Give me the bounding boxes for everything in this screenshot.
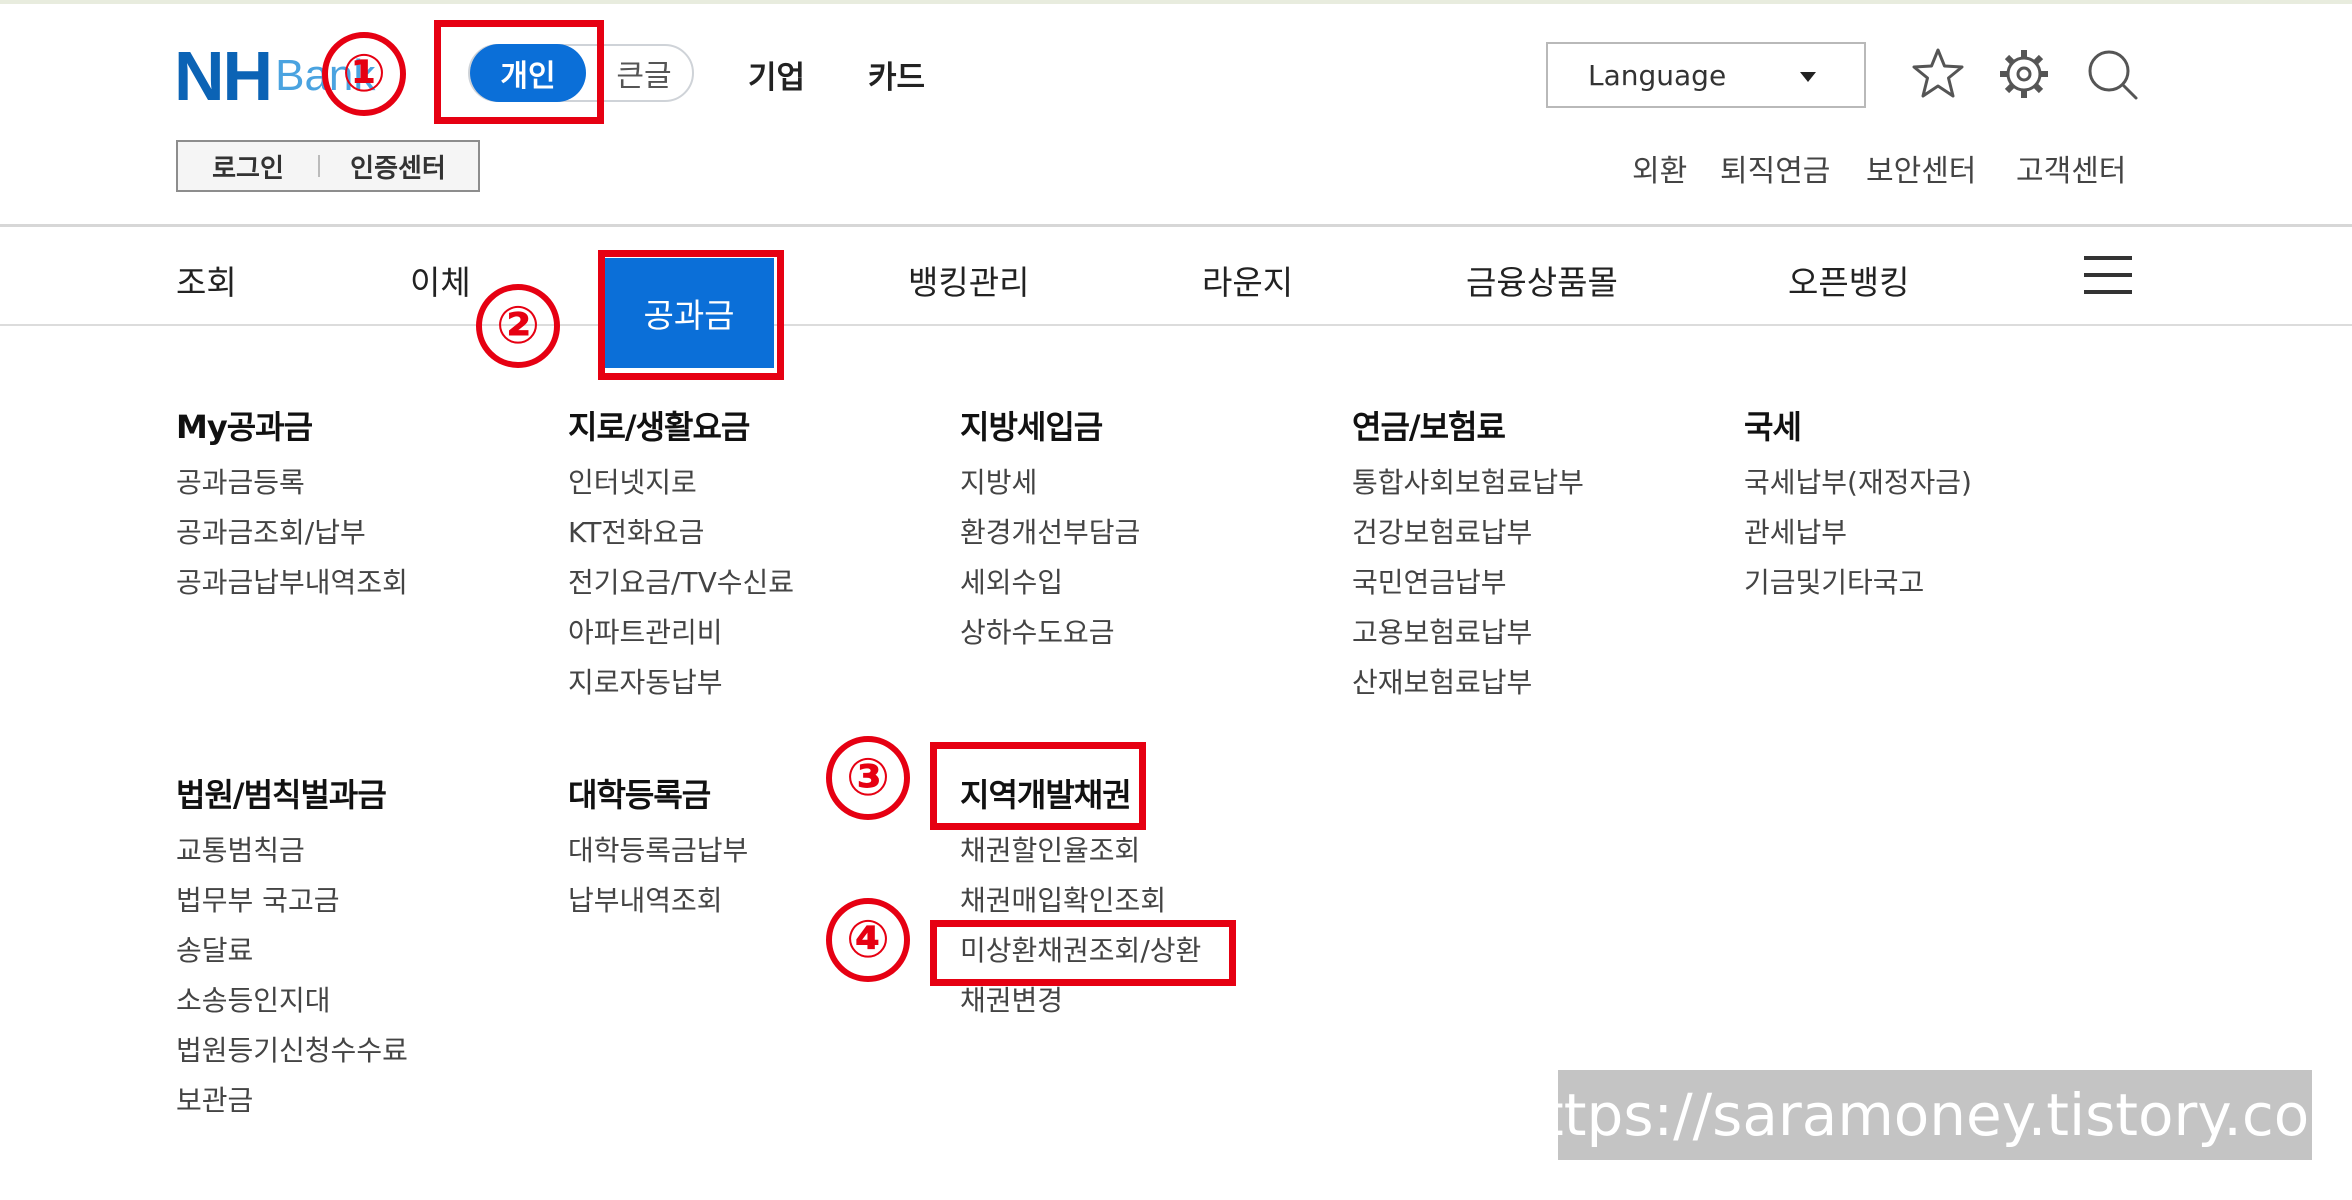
menu-item[interactable]: 건강보험료납부 bbox=[1352, 512, 1584, 562]
menu-item[interactable]: 채권변경 bbox=[960, 980, 1201, 1030]
segment-large-text-button[interactable]: 큰글 bbox=[596, 44, 692, 102]
menu-item[interactable]: 송달료 bbox=[176, 930, 408, 980]
menu-item[interactable]: KT전화요금 bbox=[568, 512, 794, 562]
nav-card[interactable]: 카드 bbox=[868, 52, 925, 97]
menu-item[interactable]: 교통범칙금 bbox=[176, 830, 408, 880]
menu-item[interactable]: 채권할인율조회 bbox=[960, 830, 1201, 880]
annotation-box-public bbox=[598, 250, 784, 380]
menu-item[interactable]: 법무부 국고금 bbox=[176, 880, 408, 930]
link-pension[interactable]: 퇴직연금 bbox=[1720, 146, 1830, 190]
nav-business[interactable]: 기업 bbox=[748, 52, 805, 97]
menu-item[interactable]: 국세납부(재정자금) bbox=[1744, 462, 1972, 512]
annotation-box-personal bbox=[434, 20, 604, 124]
menu-item[interactable]: 환경개선부담금 bbox=[960, 512, 1140, 562]
gnb-banking-management[interactable]: 뱅킹관리 bbox=[908, 256, 1029, 304]
hamburger-menu-icon[interactable] bbox=[2084, 256, 2132, 296]
menu-heading[interactable]: 대학등록금 bbox=[568, 770, 748, 816]
language-select[interactable]: Language bbox=[1546, 42, 1866, 108]
menu-heading[interactable]: 법원/범칙벌과금 bbox=[176, 770, 408, 816]
top-border bbox=[0, 0, 2352, 4]
menu-item[interactable]: 공과금납부내역조회 bbox=[176, 562, 408, 612]
gnb-open-banking[interactable]: 오픈뱅킹 bbox=[1788, 256, 1909, 304]
link-fx[interactable]: 외환 bbox=[1632, 146, 1687, 190]
annotation-box-unredeemed-bonds bbox=[930, 920, 1236, 986]
menu-heading[interactable]: 지로/생활요금 bbox=[568, 402, 794, 448]
menu-item[interactable]: 관세납부 bbox=[1744, 512, 1972, 562]
cert-center-button[interactable]: 인증센터 bbox=[320, 148, 476, 185]
link-customer-center[interactable]: 고객센터 bbox=[2016, 146, 2126, 190]
menu-item[interactable]: 아파트관리비 bbox=[568, 612, 794, 662]
gnb-transfer[interactable]: 이체 bbox=[410, 256, 471, 304]
menu-item[interactable]: 공과금등록 bbox=[176, 462, 408, 512]
annotation-number-4: ④ bbox=[826, 898, 910, 982]
gnb-lounge[interactable]: 라운지 bbox=[1202, 256, 1293, 304]
menu-item[interactable]: 인터넷지로 bbox=[568, 462, 794, 512]
gnb-product-mall[interactable]: 금융상품몰 bbox=[1466, 256, 1618, 304]
menu-item[interactable]: 지로자동납부 bbox=[568, 662, 794, 712]
gnb-top-divider bbox=[0, 224, 2352, 227]
menu-item[interactable]: 통합사회보험료납부 bbox=[1352, 462, 1584, 512]
menu-heading[interactable]: 국세 bbox=[1744, 402, 1972, 448]
menu-col-national-tax: 국세 국세납부(재정자금) 관세납부 기금및기타국고 bbox=[1744, 402, 1972, 612]
search-icon[interactable] bbox=[2084, 46, 2140, 102]
gear-icon[interactable] bbox=[1996, 46, 2052, 102]
menu-col-giro: 지로/생활요금 인터넷지로 KT전화요금 전기요금/TV수신료 아파트관리비 지… bbox=[568, 402, 794, 712]
star-icon[interactable] bbox=[1910, 46, 1966, 102]
menu-item[interactable]: 상하수도요금 bbox=[960, 612, 1140, 662]
language-label: Language bbox=[1588, 58, 1727, 92]
menu-col-my-public: My공과금 공과금등록 공과금조회/납부 공과금납부내역조회 bbox=[176, 402, 408, 612]
watermark: https://saramoney.tistory.com bbox=[1504, 1070, 2352, 1160]
menu-item[interactable]: 전기요금/TV수신료 bbox=[568, 562, 794, 612]
gnb-inquiry[interactable]: 조회 bbox=[176, 256, 237, 304]
login-box: 로그인 인증센터 bbox=[176, 140, 480, 192]
caret-down-icon bbox=[1800, 72, 1816, 82]
menu-item[interactable]: 산재보험료납부 bbox=[1352, 662, 1584, 712]
menu-col-local-tax: 지방세입금 지방세 환경개선부담금 세외수입 상하수도요금 bbox=[960, 402, 1140, 662]
link-security-center[interactable]: 보안센터 bbox=[1866, 146, 1976, 190]
menu-item[interactable]: 고용보험료납부 bbox=[1352, 612, 1584, 662]
menu-item[interactable]: 국민연금납부 bbox=[1352, 562, 1584, 612]
menu-heading[interactable]: 연금/보험료 bbox=[1352, 402, 1584, 448]
menu-item[interactable]: 납부내역조회 bbox=[568, 880, 748, 930]
menu-item[interactable]: 공과금조회/납부 bbox=[176, 512, 408, 562]
annotation-number-1: ① bbox=[322, 32, 406, 116]
annotation-number-2: ② bbox=[476, 284, 560, 368]
menu-item[interactable]: 지방세 bbox=[960, 462, 1140, 512]
menu-heading[interactable]: My공과금 bbox=[176, 402, 408, 448]
login-button[interactable]: 로그인 bbox=[178, 148, 318, 185]
annotation-box-regional-bonds bbox=[930, 742, 1146, 830]
gnb-bottom-divider bbox=[0, 324, 2352, 326]
menu-item[interactable]: 기금및기타국고 bbox=[1744, 562, 1972, 612]
menu-col-pension-insurance: 연금/보험료 통합사회보험료납부 건강보험료납부 국민연금납부 고용보험료납부 … bbox=[1352, 402, 1584, 712]
menu-item[interactable]: 소송등인지대 bbox=[176, 980, 408, 1030]
menu-col-court-fines: 법원/범칙벌과금 교통범칙금 법무부 국고금 송달료 소송등인지대 법원등기신청… bbox=[176, 770, 408, 1130]
menu-item[interactable]: 세외수입 bbox=[960, 562, 1140, 612]
menu-item[interactable]: 대학등록금납부 bbox=[568, 830, 748, 880]
menu-item[interactable]: 법원등기신청수수료 bbox=[176, 1030, 408, 1080]
menu-col-tuition: 대학등록금 대학등록금납부 납부내역조회 bbox=[568, 770, 748, 930]
logo-main: NH bbox=[174, 37, 273, 115]
annotation-number-3: ③ bbox=[826, 736, 910, 820]
menu-heading[interactable]: 지방세입금 bbox=[960, 402, 1140, 448]
menu-item[interactable]: 보관금 bbox=[176, 1080, 408, 1130]
